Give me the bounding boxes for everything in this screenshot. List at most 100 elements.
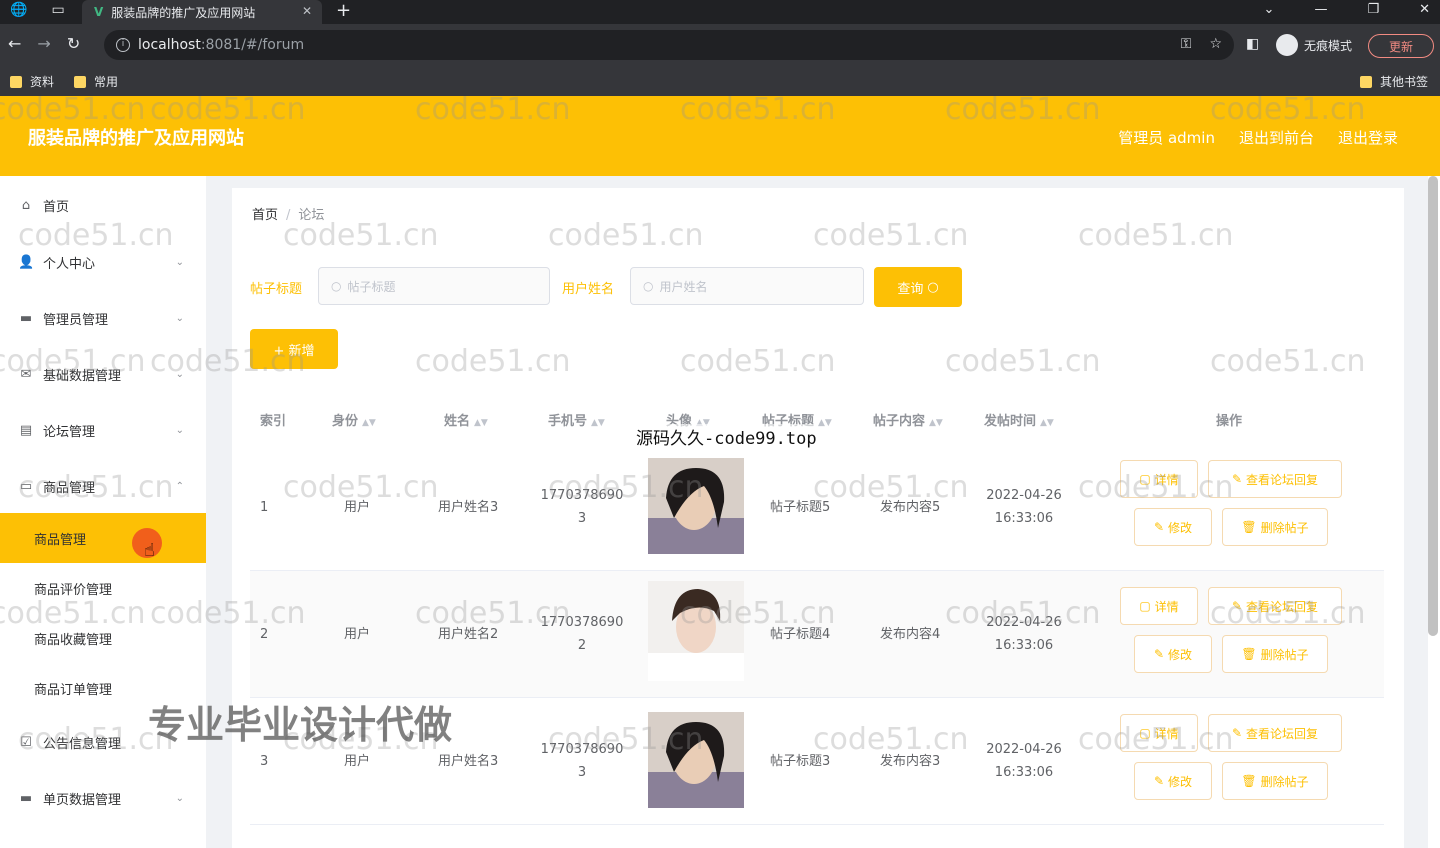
add-button[interactable]: + 新增 (250, 329, 338, 369)
bookmark-label: 常用 (94, 75, 119, 89)
cell-index: 1 (260, 500, 269, 515)
logout-link[interactable]: 退出登录 (1338, 127, 1398, 148)
url-path: :8081/#/forum (200, 37, 305, 53)
sidebar-item-label: 首页 (43, 199, 70, 215)
sidebar-item-profile[interactable]: 👤 个人中心 ⌄ (0, 237, 206, 287)
edit-button[interactable]: ✎ 修改 (1134, 762, 1212, 800)
cell-clock: 16:33:06 (994, 765, 1054, 780)
sidebar-item-label: 公告信息管理 (43, 736, 122, 752)
tab-title: 服装品牌的推广及应用网站 (111, 5, 256, 20)
back-icon[interactable]: ← (8, 34, 21, 53)
sidebar-item-goods[interactable]: ▭ 商品管理 ⌃ (0, 461, 206, 511)
content-panel: 首页 / 论坛 帖子标题 ○ 帖子标题 用户姓名 ○ 用户姓名 查询 ○ + 新增 … (232, 188, 1404, 848)
cell-role: 用户 (344, 500, 371, 515)
view-replies-label: 查看论坛回复 (1246, 726, 1319, 741)
view-replies-button[interactable]: ✎ 查看论坛回复 (1208, 587, 1342, 625)
delete-button[interactable]: 🗑 删除帖子 (1222, 762, 1328, 800)
column-header-label: 发帖时间 (984, 414, 1037, 429)
info-icon[interactable]: i (116, 38, 130, 52)
address-bar[interactable]: i localhost:8081/#/forum ⚿ ☆ (104, 30, 1234, 60)
avatar-image (648, 581, 744, 681)
new-tab-icon[interactable]: + (336, 0, 351, 22)
detail-button[interactable]: ▢ 详情 (1120, 714, 1198, 752)
sidebar-item-home[interactable]: ⌂ 首页 (0, 180, 206, 230)
sort-icon[interactable]: ▲▼ (929, 418, 943, 428)
delete-button[interactable]: 🗑 删除帖子 (1222, 635, 1328, 673)
detail-icon: ▢ (1139, 599, 1151, 613)
cell-time: 2022-04-26 16:33:06 (984, 738, 1064, 784)
sort-icon[interactable]: ▲▼ (362, 418, 376, 428)
tab-close-icon[interactable]: ✕ (302, 4, 312, 18)
browser-tab[interactable]: V 服装品牌的推广及应用网站 ✕ (82, 0, 322, 24)
delete-button[interactable]: 🗑 删除帖子 (1222, 508, 1328, 546)
column-header-content[interactable]: 帖子内容 ▲▼ (873, 410, 943, 429)
cell-content: 发布内容4 (880, 627, 941, 642)
sidebar-item-label: 单页数据管理 (43, 792, 122, 808)
bookmark-folder[interactable]: 常用 (74, 73, 118, 90)
sort-icon[interactable]: ▲▼ (474, 418, 488, 428)
globe-icon[interactable]: 🌐 (10, 2, 27, 18)
column-header-phone[interactable]: 手机号 ▲▼ (548, 410, 605, 429)
cell-name: 用户姓名3 (438, 754, 499, 769)
sidebar-item-label: 个人中心 (43, 256, 96, 272)
incognito-profile[interactable]: 无痕模式 (1276, 34, 1352, 56)
tab-strip-icons: 🌐 ▭ (10, 2, 65, 18)
detail-icon: ▢ (1139, 472, 1151, 486)
folder-icon (10, 75, 22, 88)
sidepanel-icon[interactable]: ◧ (1246, 36, 1259, 52)
user-search-input[interactable]: ○ 用户姓名 (630, 267, 864, 305)
table-row: 1 用户 用户姓名3 1770378690 3 帖子标题5 发布内容5 2022-… (250, 444, 1384, 571)
breadcrumb-home[interactable]: 首页 (252, 208, 278, 223)
detail-button[interactable]: ▢ 详情 (1120, 460, 1198, 498)
cell-content: 发布内容5 (880, 500, 941, 515)
cell-role: 用户 (344, 627, 371, 642)
bookmark-folder[interactable]: 资料 (10, 73, 54, 90)
header-links: 管理员 admin 退出到前台 退出登录 (1118, 127, 1398, 148)
other-bookmarks[interactable]: 其他书签 (1360, 73, 1428, 90)
key-icon[interactable]: ⚿ (1181, 36, 1192, 52)
cell-role: 用户 (344, 754, 371, 769)
cell-phone-line: 2 (577, 638, 587, 653)
update-button[interactable]: 更新 (1368, 34, 1434, 58)
sidebar-item-label: 基础数据管理 (43, 368, 122, 384)
column-header-actions: 操作 (1216, 414, 1243, 429)
query-button[interactable]: 查询 ○ (874, 267, 962, 307)
window-icon[interactable]: ▭ (51, 2, 64, 18)
trash-icon: 🗑 (1241, 774, 1257, 788)
chevron-down-icon[interactable]: ⌄ (1264, 0, 1275, 20)
back-to-front-link[interactable]: 退出到前台 (1239, 127, 1314, 148)
edit-button[interactable]: ✎ 修改 (1134, 635, 1212, 673)
sort-icon[interactable]: ▲▼ (591, 418, 605, 428)
forward-icon[interactable]: → (37, 34, 50, 53)
sidebar-item-admins[interactable]: ▬ 管理员管理 ⌄ (0, 293, 206, 343)
page-scrollbar[interactable] (1428, 176, 1438, 636)
sidebar-item-base-data[interactable]: ✉ 基础数据管理 ⌄ (0, 349, 206, 399)
column-header-name[interactable]: 姓名 ▲▼ (444, 410, 488, 429)
edit-button[interactable]: ✎ 修改 (1134, 508, 1212, 546)
sidebar-item-forum[interactable]: ▤ 论坛管理 ⌄ (0, 405, 206, 455)
sidebar-subitem-goods-favorites[interactable]: 商品收藏管理 (0, 613, 206, 663)
star-icon[interactable]: ☆ (1209, 36, 1222, 52)
browser-tabbar: 🌐 ▭ V 服装品牌的推广及应用网站 ✕ + ⌄ — ❐ ✕ (0, 0, 1440, 24)
column-header-role[interactable]: 身份 ▲▼ (332, 410, 376, 429)
minimize-icon[interactable]: — (1314, 0, 1327, 20)
chevron-up-icon: ⌃ (175, 480, 184, 492)
sidebar-item-label: 管理员管理 (43, 312, 109, 328)
sidebar-subitem-goods-comments[interactable]: 商品评价管理 (0, 563, 206, 613)
sidebar-item-pages[interactable]: ▬ 单页数据管理 ⌄ (0, 773, 206, 823)
close-window-icon[interactable]: ✕ (1419, 0, 1430, 20)
sidebar-subitem-goods[interactable]: 商品管理 (0, 513, 206, 563)
breadcrumb: 首页 / 论坛 (252, 204, 324, 223)
restore-icon[interactable]: ❐ (1367, 0, 1379, 20)
sort-icon[interactable]: ▲▼ (1040, 418, 1054, 428)
column-header-time[interactable]: 发帖时间 ▲▼ (984, 410, 1054, 429)
detail-button[interactable]: ▢ 详情 (1120, 587, 1198, 625)
sidebar-subitem-label: 商品收藏管理 (34, 632, 113, 648)
cell-time: 2022-04-26 16:33:06 (984, 484, 1064, 530)
view-replies-button[interactable]: ✎ 查看论坛回复 (1208, 714, 1342, 752)
reload-icon[interactable]: ↻ (67, 34, 80, 53)
title-search-input[interactable]: ○ 帖子标题 (318, 267, 550, 305)
sort-icon[interactable]: ▲▼ (818, 418, 832, 428)
edit-icon: ✎ (1231, 472, 1243, 486)
view-replies-button[interactable]: ✎ 查看论坛回复 (1208, 460, 1342, 498)
